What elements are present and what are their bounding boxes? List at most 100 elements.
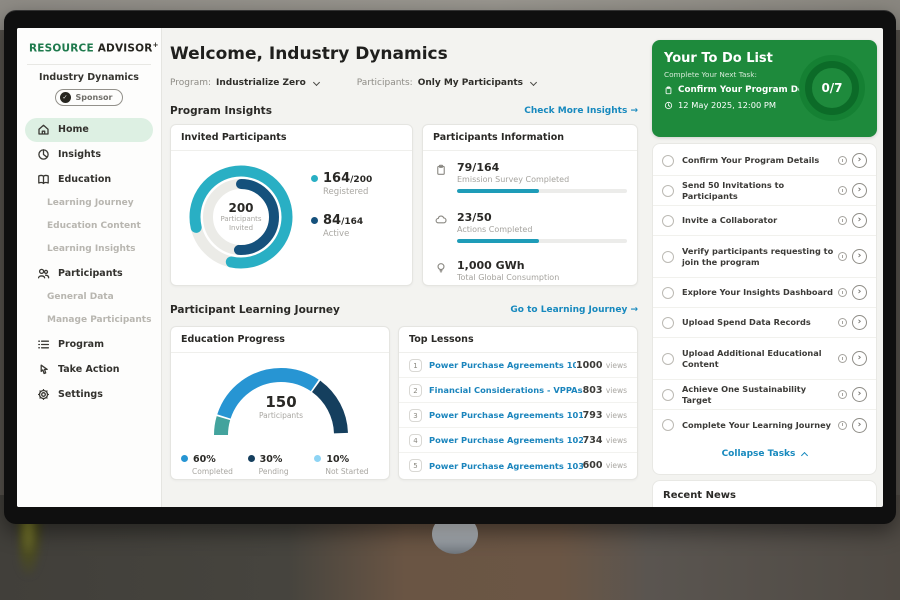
arrow-right-icon: → bbox=[630, 106, 638, 116]
lesson-rank: 3 bbox=[409, 409, 422, 422]
task-go-button[interactable]: › bbox=[852, 387, 867, 402]
sponsor-badge: ✓ Sponsor bbox=[55, 89, 124, 106]
clipboard-icon bbox=[664, 86, 673, 95]
task-row[interactable]: Verify participants requesting to join t… bbox=[653, 236, 876, 278]
task-checkbox[interactable] bbox=[662, 353, 674, 365]
sidebar-item-program[interactable]: Program bbox=[17, 332, 161, 357]
sidebar-item-label: Home bbox=[58, 124, 89, 135]
task-go-button[interactable]: › bbox=[852, 213, 867, 228]
legend-den: /164 bbox=[341, 217, 363, 227]
sidebar-item-learning-insights[interactable]: Learning Insights bbox=[17, 238, 161, 261]
task-checkbox[interactable] bbox=[662, 317, 674, 329]
task-label: Achieve One Sustainability Target bbox=[682, 384, 834, 405]
stat-value: 23/50 bbox=[457, 211, 627, 224]
task-go-button[interactable]: › bbox=[852, 183, 867, 198]
task-label: Complete Your Learning Journey bbox=[682, 420, 834, 430]
stat-actions-completed: 23/50 Actions Completed bbox=[435, 211, 627, 243]
sidebar-item-label: Participants bbox=[58, 268, 123, 279]
lesson-link[interactable]: Financial Considerations - VPPAs bbox=[429, 385, 583, 395]
arrow-right-icon: → bbox=[630, 305, 638, 315]
task-label: Explore Your Insights Dashboard bbox=[682, 287, 834, 297]
main-content: Welcome, Industry Dynamics Program: Indu… bbox=[162, 28, 658, 507]
clock-icon bbox=[838, 318, 847, 327]
recent-news-card: Recent News bbox=[652, 480, 877, 507]
task-row[interactable]: Upload Spend Data Records › bbox=[653, 308, 876, 338]
gear-icon bbox=[37, 388, 50, 401]
collapse-tasks-link[interactable]: Collapse Tasks bbox=[653, 440, 876, 468]
plant-blur bbox=[18, 516, 44, 576]
task-label: Confirm Your Program Details bbox=[682, 155, 834, 165]
sidebar-item-education[interactable]: Education bbox=[17, 167, 161, 192]
task-go-button[interactable]: › bbox=[852, 153, 867, 168]
sidebar-item-learning-journey[interactable]: Learning Journey bbox=[17, 192, 161, 215]
task-row[interactable]: Upload Additional Educational Content › bbox=[653, 338, 876, 380]
legend-label: Registered bbox=[323, 187, 372, 197]
task-go-button[interactable]: › bbox=[852, 249, 867, 264]
lesson-views-count: 803 bbox=[583, 385, 603, 396]
task-go-button[interactable]: › bbox=[852, 418, 867, 433]
program-select[interactable]: Program: Industrialize Zero bbox=[170, 78, 319, 88]
lesson-link[interactable]: Power Purchase Agreements 101 bbox=[429, 360, 576, 370]
task-go-button[interactable]: › bbox=[852, 315, 867, 330]
sidebar-item-participants[interactable]: Participants bbox=[17, 261, 161, 286]
lesson-link[interactable]: Power Purchase Agreements 102 bbox=[429, 435, 583, 445]
task-row[interactable]: Achieve One Sustainability Target › bbox=[653, 380, 876, 410]
legend-num: 164 bbox=[323, 171, 350, 186]
task-row[interactable]: Explore Your Insights Dashboard › bbox=[653, 278, 876, 308]
task-row[interactable]: Invite a Collaborator › bbox=[653, 206, 876, 236]
task-checkbox[interactable] bbox=[662, 389, 674, 401]
task-checkbox[interactable] bbox=[662, 155, 674, 167]
task-row[interactable]: Complete Your Learning Journey › bbox=[653, 410, 876, 440]
sidebar-item-take-action[interactable]: Take Action bbox=[17, 357, 161, 382]
check-more-insights-link[interactable]: Check More Insights → bbox=[524, 106, 638, 116]
sidebar-item-settings[interactable]: Settings bbox=[17, 382, 161, 407]
progress-bar bbox=[457, 239, 627, 243]
card-title: Top Lessons bbox=[399, 327, 637, 353]
participants-caption: Participants bbox=[206, 411, 356, 420]
task-go-button[interactable]: › bbox=[852, 285, 867, 300]
task-go-button[interactable]: › bbox=[852, 351, 867, 366]
lesson-row: 4 Power Purchase Agreements 102 734 view… bbox=[399, 428, 637, 453]
legend-label: Active bbox=[323, 229, 372, 239]
task-checkbox[interactable] bbox=[662, 251, 674, 263]
task-row[interactable]: Send 50 Invitations to Participants › bbox=[653, 176, 876, 206]
lesson-link[interactable]: Power Purchase Agreements 103 bbox=[429, 461, 583, 471]
sidebar-item-insights[interactable]: Insights bbox=[17, 142, 161, 167]
lesson-row: 1 Power Purchase Agreements 101 1000 vie… bbox=[399, 353, 637, 378]
collapse-label: Collapse Tasks bbox=[722, 449, 796, 459]
task-checkbox[interactable] bbox=[662, 287, 674, 299]
sidebar-item-label: Insights bbox=[58, 149, 101, 160]
participants-information-card: Participants Information 79/164 Emission… bbox=[422, 124, 638, 286]
lesson-views-count: 600 bbox=[583, 460, 603, 471]
sidebar-item-home[interactable]: Home bbox=[25, 118, 153, 142]
book-icon bbox=[37, 173, 50, 186]
chevron-down-icon bbox=[530, 78, 537, 85]
sidebar-item-education-content[interactable]: Education Content bbox=[17, 215, 161, 238]
sidebar-divider bbox=[27, 64, 151, 65]
participants-select-value: Only My Participants bbox=[418, 78, 523, 88]
stat-value: 79/164 bbox=[457, 161, 627, 174]
task-checkbox[interactable] bbox=[662, 419, 674, 431]
task-checkbox[interactable] bbox=[662, 185, 674, 197]
todo-panel: Your To Do List Complete Your Next Task:… bbox=[652, 28, 877, 507]
lesson-views-suffix: views bbox=[606, 461, 627, 470]
task-row[interactable]: Confirm Your Program Details › bbox=[653, 146, 876, 176]
legend-pct: 10% bbox=[326, 454, 349, 465]
stat-value: 1,000 GWh bbox=[457, 259, 627, 272]
todo-progress-value: 0/7 bbox=[821, 81, 842, 95]
go-to-learning-journey-link[interactable]: Go to Learning Journey → bbox=[510, 305, 638, 315]
task-label: Send 50 Invitations to Participants bbox=[682, 180, 834, 201]
sidebar-item-label: Take Action bbox=[58, 364, 120, 375]
sidebar-item-general-data[interactable]: General Data bbox=[17, 286, 161, 309]
invited-caption: Invited bbox=[229, 224, 253, 233]
participants-select[interactable]: Participants: Only My Participants bbox=[357, 78, 536, 88]
legend-dot bbox=[314, 455, 321, 462]
organization-name: Industry Dynamics bbox=[17, 72, 161, 83]
card-title: Education Progress bbox=[171, 327, 389, 353]
sidebar-item-manage-participants[interactable]: Manage Participants bbox=[17, 309, 161, 332]
task-checkbox[interactable] bbox=[662, 215, 674, 227]
lesson-views-suffix: views bbox=[606, 411, 627, 420]
legend-item-active: 84/164 Active bbox=[311, 213, 372, 239]
lesson-views-count: 734 bbox=[583, 435, 603, 446]
lesson-link[interactable]: Power Purchase Agreements 101 bbox=[429, 410, 583, 420]
